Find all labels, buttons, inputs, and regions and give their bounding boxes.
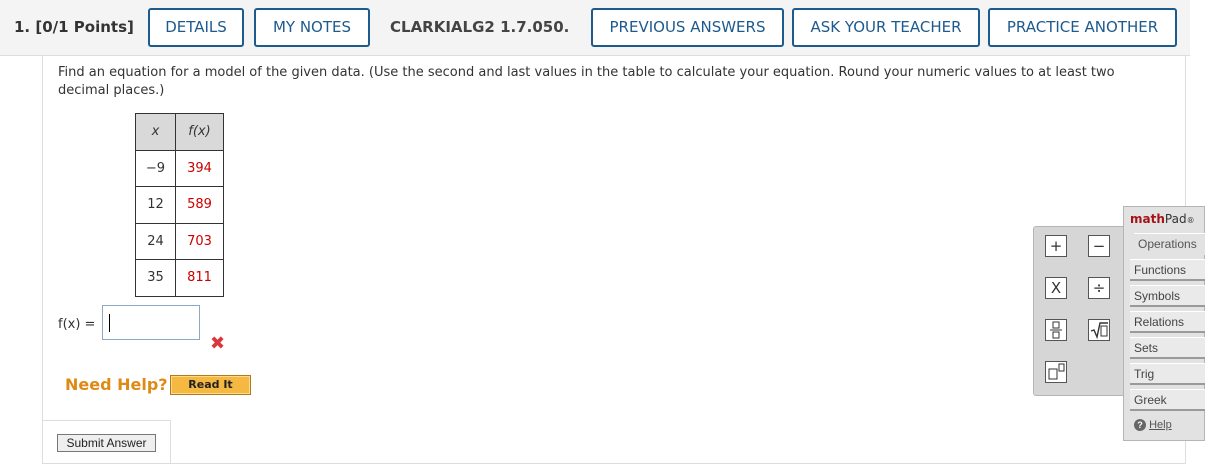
tab-functions[interactable]: Functions	[1130, 259, 1205, 281]
tab-trig[interactable]: Trig	[1130, 363, 1205, 385]
read-it-button[interactable]: Read It	[170, 375, 251, 395]
table-cell-fx: 394	[175, 149, 224, 187]
question-header: 1. [0/1 Points] DETAILS MY NOTES CLARKIA…	[0, 0, 1190, 56]
table-cell-x: 12	[135, 186, 176, 224]
divide-key[interactable]: ÷	[1088, 277, 1110, 299]
power-icon	[1048, 363, 1065, 380]
mathpad-panel: mathPad® Operations Functions Symbols Re…	[1123, 206, 1205, 441]
my-notes-button[interactable]: MY NOTES	[254, 8, 370, 47]
answer-label: f(x) =	[58, 317, 96, 332]
tab-relations[interactable]: Relations	[1130, 311, 1205, 333]
times-key[interactable]: X	[1045, 277, 1067, 299]
tab-operations[interactable]: Operations	[1134, 233, 1205, 255]
mathpad-keypad: + − X ÷	[1033, 226, 1125, 396]
table-cell-x: 35	[135, 259, 176, 297]
table-cell-x: −9	[135, 149, 176, 187]
mathpad-logo: mathPad®	[1130, 212, 1195, 226]
tab-greek[interactable]: Greek	[1130, 389, 1205, 411]
tab-sets[interactable]: Sets	[1130, 337, 1205, 359]
table-cell-fx: 811	[175, 259, 224, 297]
table-row: −9 394	[135, 149, 224, 187]
incorrect-icon: ✖	[210, 333, 226, 354]
mathpad-help-link[interactable]: ? Help	[1134, 419, 1172, 431]
fraction-icon	[1050, 321, 1062, 339]
plus-key[interactable]: +	[1045, 235, 1067, 257]
details-button[interactable]: DETAILS	[148, 8, 244, 47]
table-header-fx: f(x)	[175, 113, 224, 151]
need-help-label: Need Help?	[65, 375, 168, 394]
submit-answer-button[interactable]: Submit Answer	[57, 434, 156, 452]
table-row: 35 811	[135, 259, 224, 297]
sqrt-key[interactable]	[1088, 319, 1110, 341]
help-label: Help	[1149, 419, 1172, 431]
minus-key[interactable]: −	[1088, 235, 1110, 257]
table-row: 12 589	[135, 186, 224, 224]
help-icon: ?	[1134, 419, 1146, 431]
problem-code: CLARKIALG2 1.7.050.	[390, 18, 570, 36]
text-caret	[109, 314, 110, 332]
question-text: Find an equation for a model of the give…	[58, 65, 1115, 98]
ask-your-teacher-button[interactable]: ASK YOUR TEACHER	[792, 8, 980, 47]
previous-answers-button[interactable]: PREVIOUS ANSWERS	[591, 8, 784, 47]
table-row: 24 703	[135, 222, 224, 260]
answer-input[interactable]	[102, 305, 200, 340]
sqrt-icon	[1090, 322, 1108, 340]
table-cell-fx: 589	[175, 186, 224, 224]
power-key[interactable]	[1045, 361, 1067, 383]
tab-symbols[interactable]: Symbols	[1130, 285, 1205, 307]
practice-another-button[interactable]: PRACTICE ANOTHER	[988, 8, 1177, 47]
table-cell-x: 24	[135, 222, 176, 260]
points-label: 1. [0/1 Points]	[14, 18, 134, 36]
fraction-key[interactable]	[1045, 319, 1067, 341]
data-table: x f(x) −9 394 12 589 24 703 35 811	[135, 113, 224, 297]
table-cell-fx: 703	[175, 222, 224, 260]
table-header-x: x	[135, 113, 176, 151]
